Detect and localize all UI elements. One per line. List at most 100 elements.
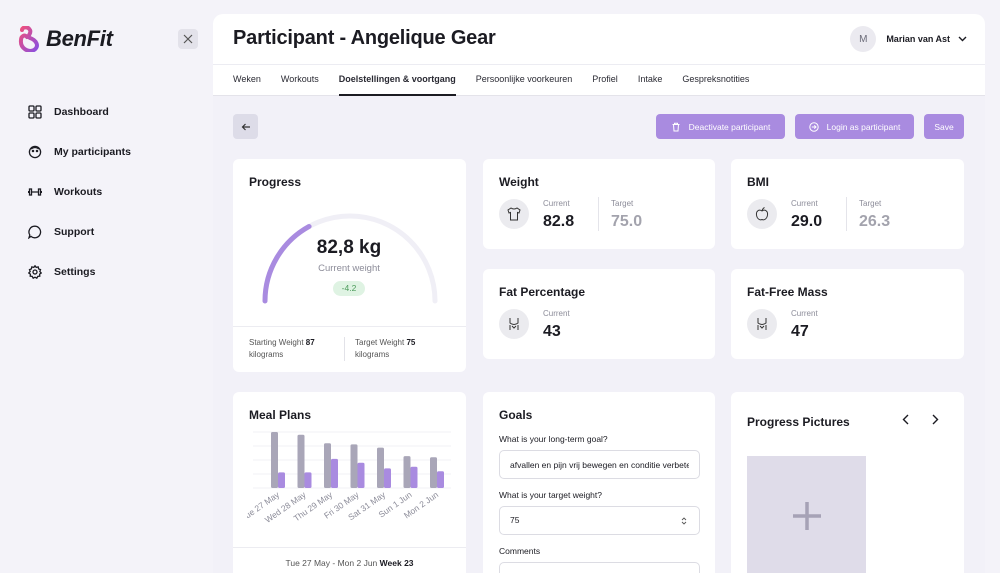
weight-current-label: Current — [543, 199, 570, 208]
divider — [846, 197, 847, 231]
brand-logo[interactable]: BenFit — [18, 26, 113, 52]
close-sidebar-button[interactable] — [178, 29, 198, 49]
close-icon — [183, 34, 193, 44]
login-icon — [808, 121, 819, 132]
meal-plans-title: Meal Plans — [249, 408, 312, 422]
deactivate-label: Deactivate participant — [688, 121, 771, 132]
chart-bar — [350, 444, 358, 488]
bmi-current-label: Current — [791, 199, 818, 208]
bmi-card: BMI Current 29.0 Target 26.3 — [731, 159, 964, 249]
weight-title: Weight — [499, 175, 539, 189]
fat-free-mass-card: Fat-Free Mass Current 47 — [731, 269, 964, 359]
grid-icon — [28, 105, 42, 119]
starting-weight: Starting Weight 87 kilograms — [249, 337, 315, 361]
weight-icon-wrap — [499, 199, 529, 229]
next-picture-button[interactable] — [928, 412, 942, 426]
comments-label: Comments — [499, 546, 541, 556]
chart-bar — [331, 458, 338, 488]
starting-weight-label: Starting Weight — [249, 338, 304, 347]
divider — [598, 197, 599, 231]
weight-target-label: Target — [611, 199, 634, 208]
login-as-participant-button[interactable]: Login as participant — [795, 114, 914, 139]
sidebar-item-dashboard[interactable]: Dashboard — [28, 92, 131, 132]
tab-intake[interactable]: Intake — [638, 65, 663, 96]
tab-doelstellingen-voortgang[interactable]: Doelstellingen & voortgang — [338, 65, 456, 96]
sidebar-item-label: Support — [54, 226, 95, 238]
sidebar-item-settings[interactable]: Settings — [28, 252, 131, 292]
page-title: Participant - Angelique Gear — [233, 27, 496, 49]
chart-bar — [403, 456, 411, 488]
target-weight-label: Target Weight — [355, 338, 405, 347]
tab-bar: Weken Workouts Doelstellingen & voortgan… — [213, 64, 985, 96]
weight-target-value: 75.0 — [611, 213, 643, 230]
chart-bar — [437, 471, 444, 488]
target-weight-value: 75 — [406, 338, 416, 347]
meal-plans-card: Meal Plans Tue 27 May Wed 28 May Thu 29 Ma… — [233, 392, 466, 573]
ffm-icon-wrap — [747, 309, 777, 339]
plus-icon — [792, 502, 821, 530]
chart-bar — [297, 434, 305, 488]
sidebar-item-label: Workouts — [54, 186, 103, 198]
avatar: M — [850, 26, 877, 52]
fat-icon-wrap — [499, 309, 529, 339]
target-weight-question: What is your target weight? — [499, 490, 602, 500]
sidebar-item-workouts[interactable]: Workouts — [28, 172, 131, 212]
save-label: Save — [934, 121, 954, 132]
body-measure-icon — [757, 318, 767, 330]
bmi-current-value: 29.0 — [791, 213, 823, 230]
back-button[interactable] — [233, 114, 258, 139]
user-menu[interactable]: M Marian van Ast — [850, 26, 967, 52]
participant-icon — [28, 145, 42, 159]
progress-title: Progress — [249, 175, 302, 189]
divider — [344, 337, 345, 361]
comments-input[interactable] — [499, 562, 700, 573]
weight-delta-badge: -4.2 — [333, 281, 365, 296]
gear-icon — [28, 265, 42, 279]
chart-bar — [377, 447, 384, 488]
apple-icon — [755, 207, 769, 221]
sidebar-item-support[interactable]: Support — [28, 212, 131, 252]
tab-workouts[interactable]: Workouts — [281, 65, 319, 96]
chart-bar — [278, 472, 285, 488]
week-number: Week 23 — [379, 558, 414, 568]
target-weight-unit: kilograms — [355, 350, 390, 359]
brand-name: BenFit — [46, 26, 113, 51]
sidebar-item-my-participants[interactable]: My participants — [28, 132, 131, 172]
goals-card: Goals What is your long-term goal? What … — [483, 392, 715, 573]
add-picture-button[interactable] — [747, 456, 866, 573]
tab-weken[interactable]: Weken — [233, 65, 261, 96]
target-weight-input[interactable]: 75 — [499, 506, 700, 535]
starting-weight-value: 87 — [305, 338, 315, 347]
chevron-right-icon — [932, 414, 938, 424]
number-stepper-icon[interactable] — [681, 516, 687, 526]
chevron-down-icon — [958, 36, 967, 42]
page-header: Participant - Angelique Gear M Marian va… — [213, 14, 985, 64]
tab-profiel[interactable]: Profiel — [592, 65, 618, 96]
target-weight-input-value: 75 — [510, 515, 520, 525]
long-term-goal-input[interactable] — [499, 450, 700, 479]
deactivate-participant-button[interactable]: Deactivate participant — [656, 114, 785, 139]
progress-pictures-title: Progress Pictures — [747, 415, 850, 429]
weight-current: Current 82.8 — [543, 199, 574, 231]
bmi-target-label: Target — [859, 199, 882, 208]
main-panel: Participant - Angelique Gear M Marian va… — [213, 14, 985, 573]
fat-percentage-card: Fat Percentage Current 43 — [483, 269, 715, 359]
tab-persoonlijke-voorkeuren[interactable]: Persoonlijke voorkeuren — [476, 65, 573, 96]
previous-picture-button[interactable] — [898, 412, 912, 426]
progress-card: Progress 82,8 kg Current weight -4.2 Sta… — [233, 159, 466, 372]
dumbbell-icon — [28, 188, 42, 196]
trash-icon — [672, 122, 680, 131]
save-button[interactable]: Save — [924, 114, 964, 139]
chart-bar — [410, 466, 418, 488]
long-term-goal-label: What is your long-term goal? — [499, 434, 608, 444]
tab-gespreksnotities[interactable]: Gespreksnotities — [682, 65, 749, 96]
target-weight: Target Weight 75 kilograms — [355, 337, 415, 361]
fat-title: Fat Percentage — [499, 285, 586, 299]
meal-plans-chart: Tue 27 MayWed 28 MayThu 29 MayFri 30 May… — [247, 431, 451, 525]
weight-card: Weight Current 82.8 Target 75.0 — [483, 159, 715, 249]
body-measure-icon — [509, 318, 519, 330]
bmi-current: Current 29.0 — [791, 199, 822, 231]
chart-bar — [324, 443, 331, 488]
ffm-current-value: 47 — [791, 323, 809, 340]
login-as-label: Login as participant — [826, 121, 901, 132]
